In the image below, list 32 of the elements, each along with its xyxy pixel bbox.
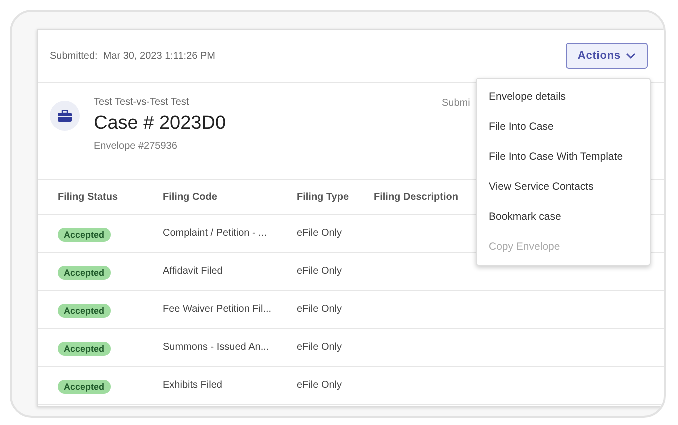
status-badge: Accepted	[58, 380, 111, 394]
table-cell-text: eFile Only	[297, 228, 344, 239]
table-cell-text: Complaint / Petition - ...	[163, 228, 268, 239]
status-badge: Accepted	[58, 228, 111, 242]
status-badge: Accepted	[58, 266, 111, 280]
table-cell-text: Affidavit Filed	[163, 266, 224, 277]
column-header: Filing Code	[163, 192, 218, 202]
menu-item[interactable]: Bookmark case	[477, 202, 650, 232]
table-cell-text: eFile Only	[297, 304, 344, 315]
column-header: Filing Status	[58, 192, 119, 202]
submitted-label: Submi	[442, 98, 470, 109]
table-cell-text: eFile Only	[297, 342, 344, 353]
chevron-down-icon	[626, 52, 636, 60]
table-cell-text: Summons - Issued An...	[163, 342, 270, 353]
table-cell-text: eFile Only	[297, 380, 344, 391]
case-parties: Test Test-vs-Test Test	[94, 97, 190, 108]
table-cell-text: eFile Only	[297, 266, 344, 277]
envelope-number: Envelope #275936	[94, 141, 178, 152]
status-badge: Accepted	[58, 342, 111, 356]
submitted-text: Submitted: Mar 30, 2023 1:11:26 PM	[50, 50, 216, 62]
menu-item[interactable]: Envelope details	[477, 82, 650, 112]
briefcase-icon	[58, 110, 72, 122]
table-cell-text: Exhibits Filed	[163, 380, 224, 391]
menu-item[interactable]: File Into Case	[477, 112, 650, 142]
menu-item[interactable]: File Into Case With Template	[477, 142, 650, 172]
case-title: Case # 2023D0	[94, 113, 226, 135]
actions-button[interactable]: Actions	[566, 43, 648, 69]
column-header: Filing Description	[374, 192, 460, 202]
table-cell-text: Fee Waiver Petition Fil...	[163, 304, 273, 315]
column-header: Filing Type	[297, 192, 350, 202]
status-badge: Accepted	[58, 304, 111, 318]
menu-item[interactable]: View Service Contacts	[477, 172, 650, 202]
